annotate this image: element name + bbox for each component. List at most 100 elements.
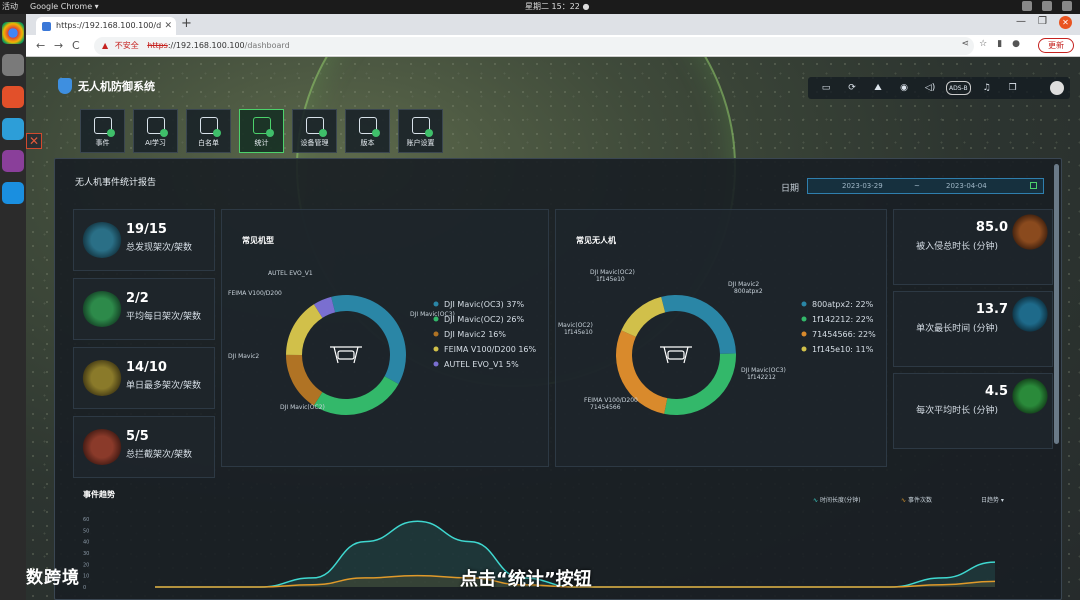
close-panel-button[interactable]: ✕ [26, 133, 42, 149]
donut-slice[interactable] [661, 295, 736, 354]
slice-label-id: 1f145e10 [596, 276, 625, 283]
address-bar[interactable]: ▲ 不安全 https://192.168.100.100/dashboard [94, 37, 974, 55]
device-icon[interactable]: ▭ [816, 81, 836, 95]
notification-bell-icon[interactable]: ♫ [977, 81, 997, 95]
nav-item-label: 白名单 [198, 139, 219, 147]
stat-label: 平均每日架次/架数 [126, 312, 202, 322]
nav-item[interactable]: 设备管理 [292, 109, 337, 153]
nav-item-icon [146, 117, 168, 137]
legend-label[interactable]: 800atpx2: 22% [812, 300, 874, 309]
y-tick-label: 0 [83, 585, 86, 591]
stat-total-intrusion-time: 85.0 被入侵总时长 (分钟) [893, 209, 1053, 285]
video-app-icon[interactable] [2, 150, 24, 172]
activities-button[interactable]: 活动 [2, 0, 18, 14]
calendar-icon[interactable] [1030, 182, 1037, 189]
legend-label[interactable]: 1f145e10: 11% [812, 345, 874, 354]
stat-value: 4.5 [984, 384, 1008, 399]
system-clock[interactable]: 星期二 15：22 ● [525, 0, 589, 14]
forward-button[interactable]: → [54, 39, 63, 52]
system-tray[interactable] [1022, 1, 1072, 11]
legend-label[interactable]: AUTEL EVO_V1 5% [444, 360, 519, 369]
nav-item[interactable]: AI学习 [133, 109, 178, 153]
reload-button[interactable]: C [72, 39, 80, 52]
adsb-toggle[interactable]: ADS-B [946, 81, 971, 95]
panel-scrollbar[interactable] [1054, 164, 1059, 444]
date-start[interactable]: 2023-03-29 [842, 179, 883, 193]
legend-label[interactable]: 71454566: 22% [812, 330, 876, 339]
nav-item[interactable]: 事件 [80, 109, 125, 153]
nav-item-icon [358, 117, 380, 137]
date-separator: ~ [914, 182, 920, 190]
tab-close-icon[interactable]: ✕ [164, 17, 172, 35]
legend-dot [433, 361, 439, 367]
legend-label[interactable]: DJI Mavic2 16% [444, 330, 506, 339]
donut-slice[interactable] [286, 354, 323, 406]
os-top-bar: 活动 Google Chrome ▾ 星期二 15：22 ● [0, 0, 1080, 14]
legend-dot [433, 331, 439, 337]
app-viewport: 无人机防御系统 ▭ ⟳ ⛰ ◉ ◁) ADS-B ♫ ❐ ✕ 事件 AI学习 白名单… [26, 57, 1080, 600]
site-favicon-icon [42, 22, 51, 31]
donut-slice[interactable] [664, 353, 736, 415]
slice-label: DJI Mavic(OC3) [410, 311, 455, 318]
donut-slice[interactable] [621, 296, 666, 337]
shield-logo-icon [58, 78, 72, 94]
stat-label: 每次平均时长 (分钟) [916, 406, 998, 416]
share-icon[interactable]: ⋖ [962, 39, 970, 49]
donut-slice[interactable] [286, 304, 323, 355]
legend-label[interactable]: FEIMA V100/D200 16% [444, 345, 537, 354]
donut-slice[interactable] [331, 295, 406, 384]
y-tick-label: 20 [83, 562, 89, 568]
watermark-logo: 大数跨境 [26, 568, 80, 588]
date-end[interactable]: 2023-04-04 [946, 179, 987, 193]
dock [0, 14, 26, 600]
user-avatar[interactable] [1050, 81, 1064, 95]
nav-item[interactable]: 统计 [239, 109, 284, 153]
volume-icon[interactable]: ◁) [920, 81, 940, 95]
legend-label[interactable]: 1f142212: 22% [812, 315, 874, 324]
stat-value: 14/10 [126, 360, 167, 375]
stat-daily-average: 2/2 平均每日架次/架数 [73, 278, 215, 340]
window-close-button[interactable]: ✕ [1059, 16, 1072, 29]
map-icon[interactable]: ⛰ [868, 81, 888, 95]
update-button[interactable]: 更新 [1038, 38, 1074, 53]
power-icon[interactable] [1062, 1, 1072, 11]
nav-item[interactable]: 版本 [345, 109, 390, 153]
app-menu[interactable]: Google Chrome ▾ [30, 0, 99, 14]
crown-icon [82, 360, 122, 396]
browser-tab[interactable]: https://192.168.100.100/d ✕ [36, 17, 176, 35]
legend-dot [801, 346, 807, 352]
insecure-label: 不安全 [114, 41, 139, 50]
side-panel-icon[interactable]: ▮ [997, 39, 1002, 49]
chrome-icon[interactable] [2, 22, 24, 44]
window-icon[interactable]: ❐ [1003, 81, 1023, 95]
refresh-icon[interactable]: ⟳ [842, 81, 862, 95]
nav-item[interactable]: 白名单 [186, 109, 231, 153]
eye-icon[interactable]: ◉ [894, 81, 914, 95]
url-scheme: https [147, 41, 168, 50]
nav-item[interactable]: 账户设置 [398, 109, 443, 153]
volume-icon[interactable] [1042, 1, 1052, 11]
warning-icon[interactable]: ▲ [102, 41, 108, 50]
browser-toolbar: ← → C ▲ 不安全 https://192.168.100.100/dash… [26, 35, 1080, 57]
chart-common-drones: 常见无人机 800atpx2: 22% 1f142212: 22% 71454566… [555, 209, 887, 467]
video-caption: 点击“统计”按钮 [460, 569, 592, 590]
legend-label[interactable]: DJI Mavic(OC2) 26% [444, 315, 525, 324]
stat-intercepted: 5/5 总拦截架次/架数 [73, 416, 215, 478]
maximize-button[interactable]: ❐ [1038, 16, 1047, 29]
legend-label[interactable]: DJI Mavic(OC3) 37% [444, 300, 525, 309]
profile-icon[interactable]: ● [1012, 39, 1020, 49]
teamviewer-icon[interactable] [2, 182, 24, 204]
telegram-icon[interactable] [2, 118, 24, 140]
pdf-app-icon[interactable] [2, 86, 24, 108]
new-tab-button[interactable]: + [181, 16, 192, 31]
network-icon[interactable] [1022, 1, 1032, 11]
minimize-button[interactable]: — [1016, 16, 1026, 29]
drone-intercept-icon [82, 429, 122, 465]
main-nav: 事件 AI学习 白名单 统计 设备管理 版本 账户设置 [80, 109, 443, 153]
back-button[interactable]: ← [36, 39, 45, 52]
donut-slice[interactable] [313, 376, 399, 415]
bookmark-star-icon[interactable]: ☆ [979, 39, 987, 49]
date-range-picker[interactable]: 2023-03-29 ~ 2023-04-04 [807, 178, 1044, 194]
slice-label: FEIMA V100/D200 [584, 397, 638, 404]
files-icon[interactable] [2, 54, 24, 76]
